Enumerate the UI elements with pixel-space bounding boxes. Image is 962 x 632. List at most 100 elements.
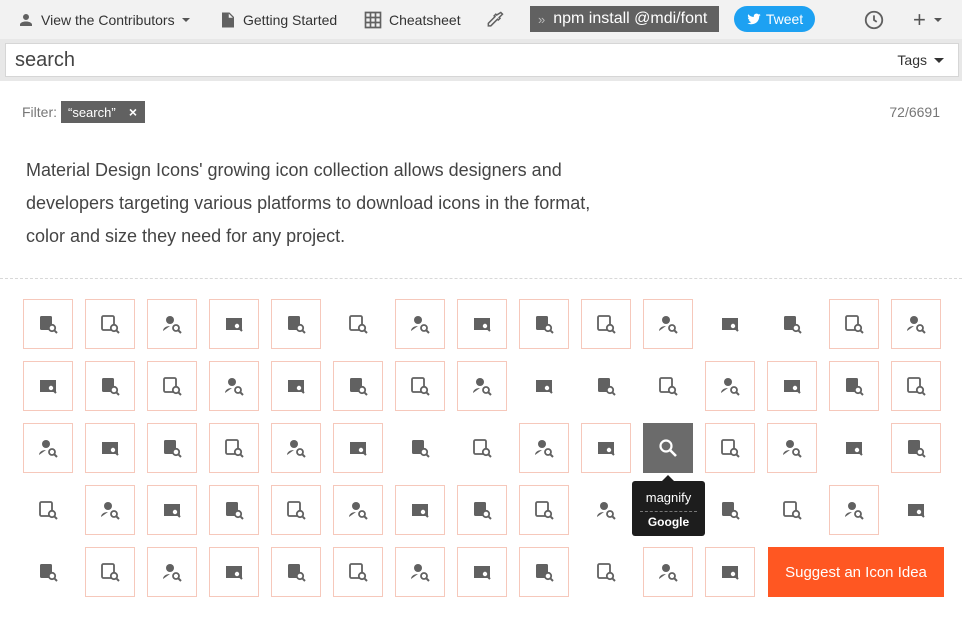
icon-tile[interactable] [85,361,135,411]
history-button[interactable] [863,0,885,39]
icon-tile[interactable] [519,485,569,535]
clock-icon [864,10,884,29]
color-picker-button[interactable] [485,0,505,39]
icon-tile[interactable] [581,361,631,411]
icon-tile[interactable] [457,485,507,535]
icon-tile[interactable] [891,485,941,535]
icon-tile[interactable] [395,547,445,597]
icon-tile[interactable] [23,547,73,597]
icon-tile[interactable] [767,361,817,411]
tweet-button[interactable]: Tweet [734,6,815,32]
select-search-icon [722,502,740,520]
icon-tile[interactable] [209,361,259,411]
icon-tile[interactable] [23,299,73,349]
icon-tile[interactable] [23,361,73,411]
icon-tile[interactable] [147,361,197,411]
icon-tile[interactable] [457,547,507,597]
getting-started-link[interactable]: Getting Started [219,0,337,39]
icon-tile[interactable] [395,361,445,411]
icon-tile[interactable] [643,361,693,411]
icon-tile[interactable] [395,299,445,349]
npm-command-text: npm install @mdi/font [553,10,708,27]
account-icon [20,13,32,26]
icon-tile[interactable] [643,299,693,349]
icon-tile[interactable] [829,485,879,535]
file-search-icon [39,440,58,458]
icon-tile[interactable] [767,423,817,473]
icon-tile[interactable] [705,485,755,535]
icon-tile[interactable] [705,423,755,473]
icon-tile[interactable] [85,485,135,535]
icon-tile[interactable] [395,485,445,535]
icon-tile[interactable] [891,423,941,473]
icon-tile[interactable] [829,423,879,473]
close-icon[interactable]: × [129,104,137,120]
icon-tile[interactable] [581,299,631,349]
icon-tile[interactable] [23,485,73,535]
view-contributors-menu[interactable]: View the Contributors [17,0,190,39]
search-input[interactable] [15,49,875,71]
icon-tile[interactable] [333,423,383,473]
icon-tile[interactable] [705,299,755,349]
printer-search-icon [535,501,554,520]
add-menu-button[interactable]: + [913,0,942,39]
tags-label: Tags [897,52,927,68]
icon-tile[interactable] [891,299,941,349]
cheatsheet-link[interactable]: Cheatsheet [363,0,461,39]
npm-install-command[interactable]: » npm install @mdi/font [530,6,719,32]
suggest-icon-button[interactable]: Suggest an Icon Idea [768,547,944,597]
icon-tile[interactable] [147,299,197,349]
icon-tile[interactable] [85,299,135,349]
icon-tile[interactable] [705,547,755,597]
icon-tile[interactable] [147,547,197,597]
icon-tile[interactable] [23,423,73,473]
icon-tile[interactable] [333,361,383,411]
icon-tile[interactable] [519,547,569,597]
icon-tile[interactable] [271,299,321,349]
icon-tile[interactable] [147,485,197,535]
icon-tile[interactable] [643,547,693,597]
icon-tile[interactable] [209,423,259,473]
tags-dropdown[interactable]: Tags [897,44,944,76]
icon-tile[interactable] [333,547,383,597]
icon-tile[interactable] [333,485,383,535]
icon-tile[interactable] [457,423,507,473]
icon-tile[interactable] [643,423,693,473]
icon-tile[interactable] [519,361,569,411]
icon-tile[interactable] [271,361,321,411]
section-divider [0,278,962,279]
icon-tile[interactable] [85,423,135,473]
icon-tile[interactable] [85,547,135,597]
icon-tile[interactable] [581,423,631,473]
icon-tile[interactable] [209,299,259,349]
icon-tile[interactable] [271,423,321,473]
twitter-icon [747,13,761,25]
icon-tile[interactable] [581,485,631,535]
icon-tile[interactable] [395,423,445,473]
icon-tile[interactable] [147,423,197,473]
icon-tile[interactable] [829,361,879,411]
icon-tile[interactable] [829,299,879,349]
comment-search-outline-icon [350,378,368,396]
home-search-icon [287,440,306,458]
icon-tile[interactable] [705,361,755,411]
layers-search-icon [535,440,554,458]
icon-tile[interactable] [891,361,941,411]
icon-tile[interactable] [519,423,569,473]
icon-tile[interactable] [333,299,383,349]
card-search-outline-icon [784,316,802,334]
icon-tile[interactable] [271,485,321,535]
card-search-icon [722,318,739,332]
icon-tile[interactable] [581,547,631,597]
icon-tile[interactable] [457,361,507,411]
icon-tile[interactable] [767,485,817,535]
description-line: developers targeting various platforms t… [26,193,591,213]
icon-tile[interactable] [209,485,259,535]
search-box: Tags [5,43,959,77]
file-document-search-outline-icon [907,377,926,396]
icon-tile[interactable] [457,299,507,349]
icon-tile[interactable] [209,547,259,597]
icon-tile[interactable] [767,299,817,349]
icon-tile[interactable] [519,299,569,349]
icon-tile[interactable] [271,547,321,597]
